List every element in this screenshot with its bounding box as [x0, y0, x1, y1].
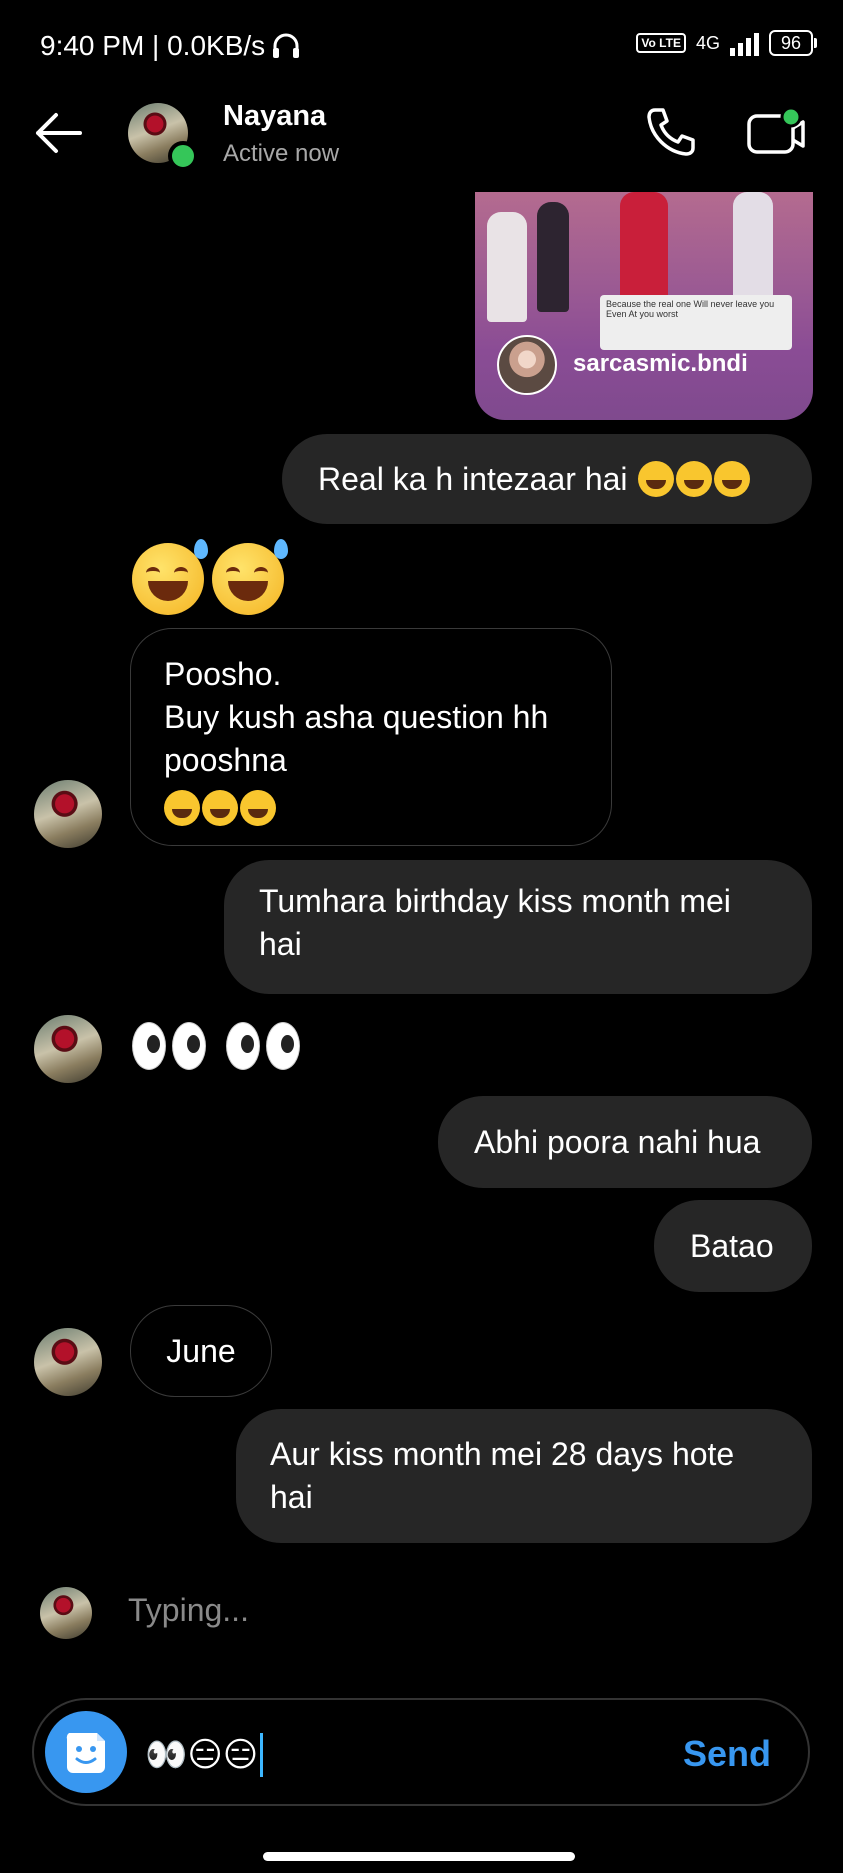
message-incoming[interactable]: June	[130, 1305, 272, 1397]
sweat-smile-emoji-icon	[132, 539, 208, 615]
typing-indicator: Typing...	[128, 1592, 249, 1628]
typing-avatar	[40, 1587, 92, 1639]
laughing-emoji-icon	[637, 461, 750, 497]
message-outgoing[interactable]: Real ka h intezaar hai	[282, 434, 812, 524]
sender-avatar[interactable]	[34, 1328, 102, 1396]
message-line: Tumhara birthday kiss month mei	[259, 883, 731, 919]
message-line: hai	[259, 926, 302, 962]
message-text: Batao	[690, 1227, 774, 1264]
message-line: hai	[270, 1479, 313, 1515]
battery-icon: 96	[768, 30, 818, 56]
status-bar-right: Vo LTE 4G 96	[636, 30, 818, 56]
message-text: Abhi poora nahi hua	[474, 1123, 761, 1160]
message-text: Real ka h intezaar hai	[318, 460, 628, 497]
text-caret	[260, 1733, 264, 1777]
message-outgoing[interactable]: Tumhara birthday kiss month mei hai	[224, 860, 812, 994]
video-call-icon[interactable]	[745, 104, 807, 160]
message-incoming-emoji[interactable]	[132, 539, 292, 623]
message-outgoing[interactable]: Abhi poora nahi hua	[438, 1096, 812, 1188]
post-author-name: sarcasmic.bndi	[573, 350, 748, 377]
message-incoming[interactable]: Poosho. Buy kush asha question hh pooshn…	[130, 628, 612, 846]
message-outgoing[interactable]: Aur kiss month mei 28 days hote hai	[236, 1409, 812, 1543]
send-button[interactable]: Send	[683, 1733, 771, 1775]
post-caption-card: Because the real one Will never leave yo…	[600, 295, 792, 350]
sticker-icon	[66, 1733, 105, 1773]
home-indicator[interactable]	[263, 1852, 575, 1861]
message-text: June	[166, 1332, 236, 1369]
volte-badge: Vo LTE	[636, 33, 686, 53]
back-arrow-icon[interactable]	[30, 108, 86, 158]
phone-icon[interactable]	[645, 106, 697, 158]
sweat-smile-emoji-icon	[212, 539, 288, 615]
eyes-emoji-icon[interactable]	[132, 1022, 300, 1070]
sticker-button[interactable]	[45, 1711, 127, 1793]
signal-icon	[729, 30, 759, 56]
message-line: pooshna	[164, 742, 287, 778]
rofl-emoji-icon	[164, 789, 276, 826]
sender-avatar[interactable]	[34, 780, 102, 848]
message-line: Poosho.	[164, 656, 282, 692]
message-outgoing[interactable]: Batao	[654, 1200, 812, 1292]
contact-status: Active now	[223, 140, 340, 167]
message-line: Aur kiss month mei 28 days hote	[270, 1436, 735, 1472]
online-indicator	[168, 141, 198, 171]
status-bar-left: 9:40 PM | 0.0KB/s	[40, 30, 301, 62]
shared-post[interactable]: Because the real one Will never leave yo…	[475, 192, 813, 420]
sender-avatar[interactable]	[34, 1015, 102, 1083]
headphones-icon	[273, 33, 300, 58]
message-input[interactable]: 👀😑😑	[145, 1733, 264, 1777]
contact-name[interactable]: Nayana	[223, 100, 326, 133]
post-caption: Because the real one Will never leave yo…	[606, 299, 775, 319]
message-line: Buy kush asha question hh	[164, 699, 549, 735]
message-input-value: 👀😑😑	[145, 1735, 259, 1775]
status-time: 9:40 PM | 0.0KB/s	[40, 30, 266, 61]
network-type: 4G	[695, 32, 720, 53]
post-author-avatar	[497, 335, 557, 395]
